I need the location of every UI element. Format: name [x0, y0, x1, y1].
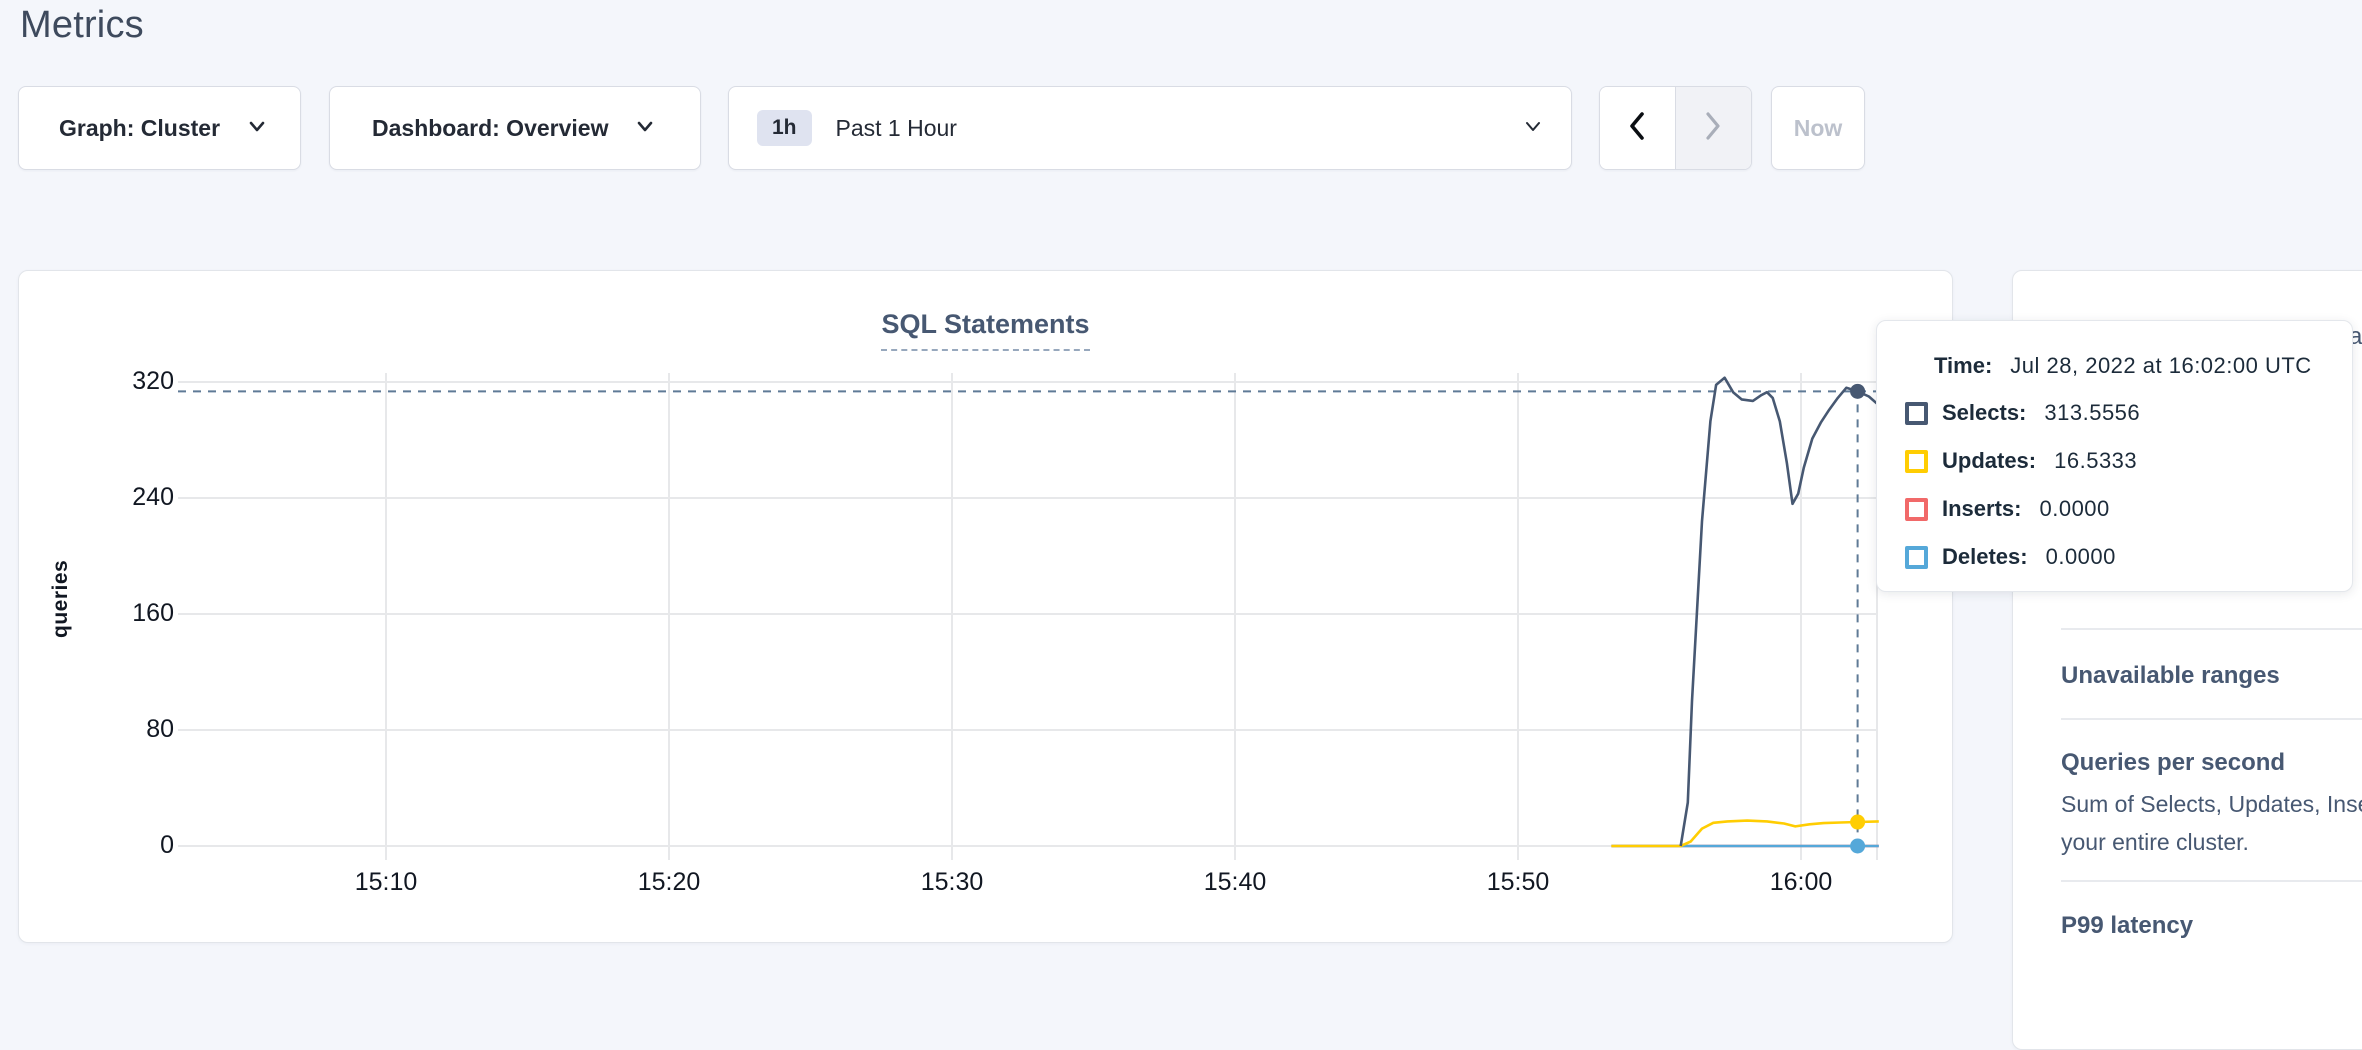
chart-hover-tooltip: Time: Jul 28, 2022 at 16:02:00 UTC Selec…	[1876, 320, 2353, 592]
series-line-selects	[1681, 378, 1879, 846]
now-button[interactable]: Now	[1771, 86, 1865, 170]
hover-dot-selects	[1850, 384, 1865, 399]
x-tick-label: 15:40	[1165, 868, 1305, 897]
tooltip-row-value: 16.5333	[2054, 448, 2137, 474]
time-pager	[1599, 86, 1752, 170]
tooltip-time-row: Time: Jul 28, 2022 at 16:02:00 UTC	[1905, 352, 2336, 380]
chevron-right-icon	[1699, 109, 1727, 148]
sidebar-heading: Unavailable ranges	[2061, 659, 2280, 693]
tooltip-time-label: Time:	[1934, 353, 1992, 379]
series-swatch-icon	[1905, 498, 1928, 521]
dashboard-dropdown[interactable]: Dashboard: Overview	[329, 86, 701, 170]
tooltip-row-updates: Updates: 16.5333	[1905, 447, 2336, 475]
chevron-down-icon	[246, 115, 268, 142]
now-button-label: Now	[1794, 115, 1843, 142]
sidebar-heading: Queries per second	[2061, 746, 2285, 780]
sidebar-heading: P99 latency	[2061, 909, 2193, 943]
tooltip-row-value: 0.0000	[2046, 544, 2116, 570]
sidebar-divider	[2061, 718, 2362, 720]
tooltip-row-label: Selects:	[1942, 400, 2026, 426]
hover-dot-updates	[1850, 815, 1865, 830]
tooltip-row-selects: Selects: 313.5556	[1905, 399, 2336, 427]
tooltip-row-deletes: Deletes: 0.0000	[1905, 543, 2336, 571]
time-range-label: Past 1 Hour	[836, 115, 1521, 142]
y-tick-label: 240	[79, 483, 174, 512]
tooltip-row-label: Updates:	[1942, 448, 2036, 474]
chevron-down-icon	[634, 115, 656, 142]
series-line-updates	[1611, 821, 1878, 846]
graph-dropdown[interactable]: Graph: Cluster	[18, 86, 301, 170]
sidebar-description: Sum of Selects, Updates, Inserts and Dyo…	[2061, 785, 2362, 861]
series-swatch-icon	[1905, 546, 1928, 569]
tooltip-row-inserts: Inserts: 0.0000	[1905, 495, 2336, 523]
x-tick-label: 15:20	[599, 868, 739, 897]
dashboard-dropdown-label: Dashboard: Overview	[372, 115, 608, 142]
tooltip-time-value: Jul 28, 2022 at 16:02:00 UTC	[2010, 353, 2311, 379]
series-swatch-icon	[1905, 402, 1928, 425]
y-tick-label: 320	[79, 367, 174, 396]
chevron-left-icon	[1623, 109, 1651, 148]
sidebar-divider	[2061, 628, 2362, 630]
tooltip-row-value: 313.5556	[2044, 400, 2140, 426]
y-tick-label: 160	[79, 599, 174, 628]
page-title: Metrics	[20, 4, 144, 47]
time-range-badge: 1h	[757, 110, 812, 146]
sidebar-divider	[2061, 880, 2362, 882]
tooltip-row-label: Deletes:	[1942, 544, 2028, 570]
next-interval-button[interactable]	[1676, 87, 1752, 169]
previous-interval-button[interactable]	[1600, 87, 1676, 169]
chevron-down-icon	[1521, 114, 1545, 143]
x-tick-label: 15:10	[316, 868, 456, 897]
metrics-page: { "page": { "title": "Metrics" }, "toolb…	[0, 0, 2362, 966]
x-tick-label: 16:00	[1731, 868, 1871, 897]
y-tick-label: 80	[79, 715, 174, 744]
x-tick-label: 15:50	[1448, 868, 1588, 897]
tooltip-row-label: Inserts:	[1942, 496, 2021, 522]
series-swatch-icon	[1905, 450, 1928, 473]
sql-statements-chart-card: SQL Statements queries 080160240320 15:1…	[18, 270, 1953, 943]
graph-dropdown-label: Graph: Cluster	[59, 115, 220, 142]
y-tick-label: 0	[79, 831, 174, 860]
x-tick-label: 15:30	[882, 868, 1022, 897]
hover-dot-deletes	[1850, 839, 1865, 854]
sql-statements-chart[interactable]	[19, 271, 1954, 944]
tooltip-row-value: 0.0000	[2039, 496, 2109, 522]
time-range-dropdown[interactable]: 1h Past 1 Hour	[728, 86, 1572, 170]
